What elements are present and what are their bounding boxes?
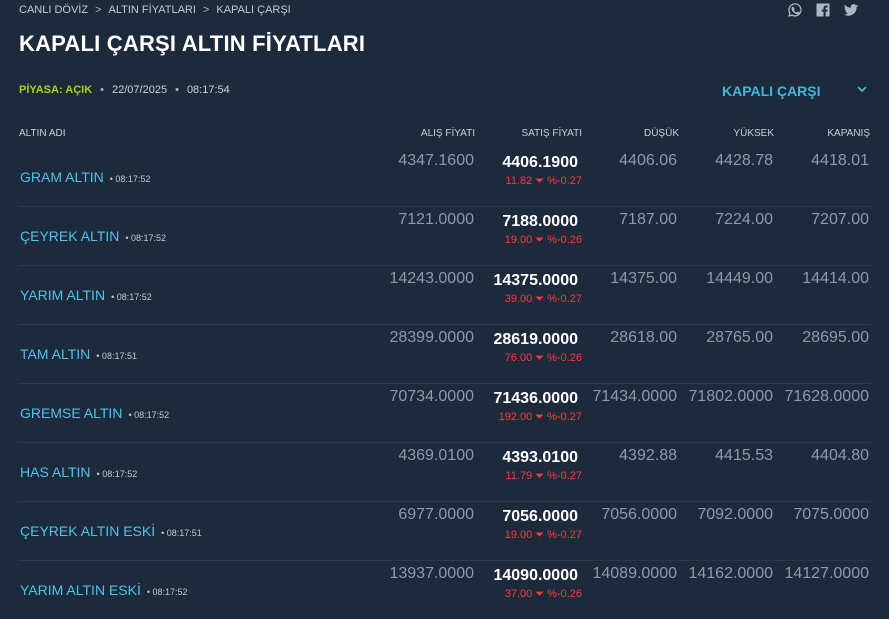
buy-price: 6977.0000 xyxy=(398,506,474,523)
market-select-label: KAPALI ÇARŞI xyxy=(722,83,821,99)
high-price: 7092.0000 xyxy=(697,506,773,523)
high-price: 71802.0000 xyxy=(688,388,773,405)
social-share xyxy=(787,2,859,18)
column-header-high[interactable]: YÜKSEK xyxy=(733,128,774,139)
row-time: • 08:17:51 xyxy=(96,351,137,361)
price-change: 39.00 ⏷ %-0.27 xyxy=(504,293,582,305)
sell-price: 71436.0000 xyxy=(493,390,578,407)
row-time: • 08:17:52 xyxy=(111,292,152,302)
low-price: 28618.00 xyxy=(610,329,677,346)
buy-price: 28399.0000 xyxy=(389,329,474,346)
buy-price: 7121.0000 xyxy=(398,211,474,228)
close-price: 14127.0000 xyxy=(784,565,869,582)
table-row[interactable]: ÇEYREK ALTIN ESKİ • 08:17:51 6977.0000 70… xyxy=(18,501,871,561)
status-date: 22/07/2025 xyxy=(112,84,168,96)
price-change: 19.00 ⏷ %-0.26 xyxy=(504,234,582,246)
buy-price: 13937.0000 xyxy=(389,565,474,582)
table-row[interactable]: GREMSE ALTIN • 08:17:52 70734.0000 71436.… xyxy=(18,383,871,443)
price-change: 192.00 ⏷ %-0.27 xyxy=(498,411,582,423)
breadcrumb-separator: > xyxy=(95,4,102,16)
row-time: • 08:17:52 xyxy=(109,174,151,184)
close-price: 4404.80 xyxy=(811,447,869,464)
gold-name-link[interactable]: GRAM ALTIN • 08:17:52 xyxy=(20,169,150,185)
sell-price: 14375.0000 xyxy=(493,272,578,289)
facebook-icon[interactable] xyxy=(815,2,831,18)
low-price: 71434.0000 xyxy=(592,388,677,405)
breadcrumb: CANLI DÖVİZ > ALTIN FİYATLARI > KAPALI Ç… xyxy=(19,3,291,17)
sell-price: 7188.0000 xyxy=(502,213,578,230)
breadcrumb-altin-fiyatlari[interactable]: ALTIN FİYATLARI xyxy=(109,4,196,16)
table-row[interactable]: ÇEYREK ALTIN • 08:17:52 7121.0000 7188.00… xyxy=(18,206,871,266)
sell-price: 7056.0000 xyxy=(502,508,578,525)
low-price: 7187.00 xyxy=(619,211,677,228)
sell-price: 4406.1900 xyxy=(502,154,578,171)
gold-name-link[interactable]: YARIM ALTIN ESKİ • 08:17:52 xyxy=(20,582,188,598)
high-price: 14162.0000 xyxy=(688,565,773,582)
low-price: 4406.06 xyxy=(619,152,677,169)
price-change: 11.79 ⏷ %-0.27 xyxy=(505,470,582,482)
close-price: 7075.0000 xyxy=(793,506,869,523)
low-price: 4392.88 xyxy=(619,447,677,464)
table-row[interactable]: TAM ALTIN • 08:17:51 28399.0000 28619.000… xyxy=(18,324,871,384)
column-header-name[interactable]: ALTIN ADI xyxy=(19,128,66,139)
high-price: 28765.00 xyxy=(706,329,773,346)
sell-price: 28619.0000 xyxy=(493,331,578,348)
column-header-low[interactable]: DÜŞÜK xyxy=(644,128,679,139)
buy-price: 4369.0100 xyxy=(398,447,474,464)
twitter-icon[interactable] xyxy=(843,2,859,18)
market-open-label: PİYASA: AÇIK xyxy=(19,84,93,96)
breadcrumb-canli-doviz[interactable]: CANLI DÖVİZ xyxy=(19,4,88,16)
price-change: 11.82 ⏷ %-0.27 xyxy=(505,175,582,187)
high-price: 14449.00 xyxy=(706,270,773,287)
gold-name-link[interactable]: YARIM ALTIN • 08:17:52 xyxy=(20,287,152,303)
table-row[interactable]: YARIM ALTIN • 08:17:52 14243.0000 14375.0… xyxy=(18,265,871,325)
column-header-buy[interactable]: ALIŞ FİYATI xyxy=(421,128,475,139)
high-price: 4428.78 xyxy=(715,152,773,169)
status-separator: • xyxy=(100,84,105,96)
sell-price: 4393.0100 xyxy=(502,449,578,466)
page-title: KAPALI ÇARŞI ALTIN FİYATLARI xyxy=(19,31,366,56)
table-row[interactable]: YARIM ALTIN ESKİ • 08:17:52 13937.0000 14… xyxy=(18,560,871,619)
high-price: 4415.53 xyxy=(715,447,773,464)
low-price: 14089.0000 xyxy=(592,565,677,582)
table-header: ALTIN ADI ALIŞ FİYATI SATIŞ FİYATI DÜŞÜK… xyxy=(0,128,889,142)
row-time: • 08:17:51 xyxy=(161,528,202,538)
sell-price: 14090.0000 xyxy=(493,567,578,584)
whatsapp-icon[interactable] xyxy=(787,2,803,18)
low-price: 7056.0000 xyxy=(601,506,677,523)
column-header-sell[interactable]: SATIŞ FİYATI xyxy=(521,128,582,139)
close-price: 7207.00 xyxy=(811,211,869,228)
table-row[interactable]: GRAM ALTIN • 08:17:52 4347.1600 4406.1900… xyxy=(18,147,871,207)
close-price: 4418.01 xyxy=(811,152,869,169)
market-select[interactable]: KAPALI ÇARŞI xyxy=(722,82,868,100)
row-time: • 08:17:52 xyxy=(96,469,138,479)
close-price: 14414.00 xyxy=(802,270,869,287)
table-row[interactable]: HAS ALTIN • 08:17:52 4369.0100 4393.0100 … xyxy=(18,442,871,502)
chevron-down-icon xyxy=(856,82,868,100)
row-time: • 08:17:52 xyxy=(125,233,167,243)
price-change: 19.00 ⏷ %-0.27 xyxy=(504,529,582,541)
market-status: PİYASA: AÇIK • 22/07/2025 • 08:17:54 xyxy=(19,84,230,96)
buy-price: 4347.1600 xyxy=(398,152,474,169)
buy-price: 14243.0000 xyxy=(389,270,474,287)
gold-name-link[interactable]: ÇEYREK ALTIN ESKİ • 08:17:51 xyxy=(20,523,202,539)
low-price: 14375.00 xyxy=(610,270,677,287)
gold-name-link[interactable]: ÇEYREK ALTIN • 08:17:52 xyxy=(20,228,166,244)
high-price: 7224.00 xyxy=(715,211,773,228)
row-time: • 08:17:52 xyxy=(128,410,170,420)
close-price: 28695.00 xyxy=(802,329,869,346)
price-change: 76.00 ⏷ %-0.26 xyxy=(504,352,582,364)
price-change: 37.00 ⏷ %-0.26 xyxy=(504,588,582,600)
breadcrumb-separator: > xyxy=(202,4,210,16)
close-price: 71628.0000 xyxy=(784,388,869,405)
row-time: • 08:17:52 xyxy=(146,587,188,597)
column-header-close[interactable]: KAPANIŞ xyxy=(827,128,870,139)
gold-name-link[interactable]: GREMSE ALTIN • 08:17:52 xyxy=(20,405,169,421)
status-time: 08:17:54 xyxy=(186,84,230,96)
breadcrumb-kapali-carsi[interactable]: KAPALI ÇARŞI xyxy=(216,4,290,16)
gold-name-link[interactable]: TAM ALTIN • 08:17:51 xyxy=(20,346,137,362)
buy-price: 70734.0000 xyxy=(389,388,474,405)
status-separator: • xyxy=(175,84,179,96)
gold-name-link[interactable]: HAS ALTIN • 08:17:52 xyxy=(20,464,137,480)
